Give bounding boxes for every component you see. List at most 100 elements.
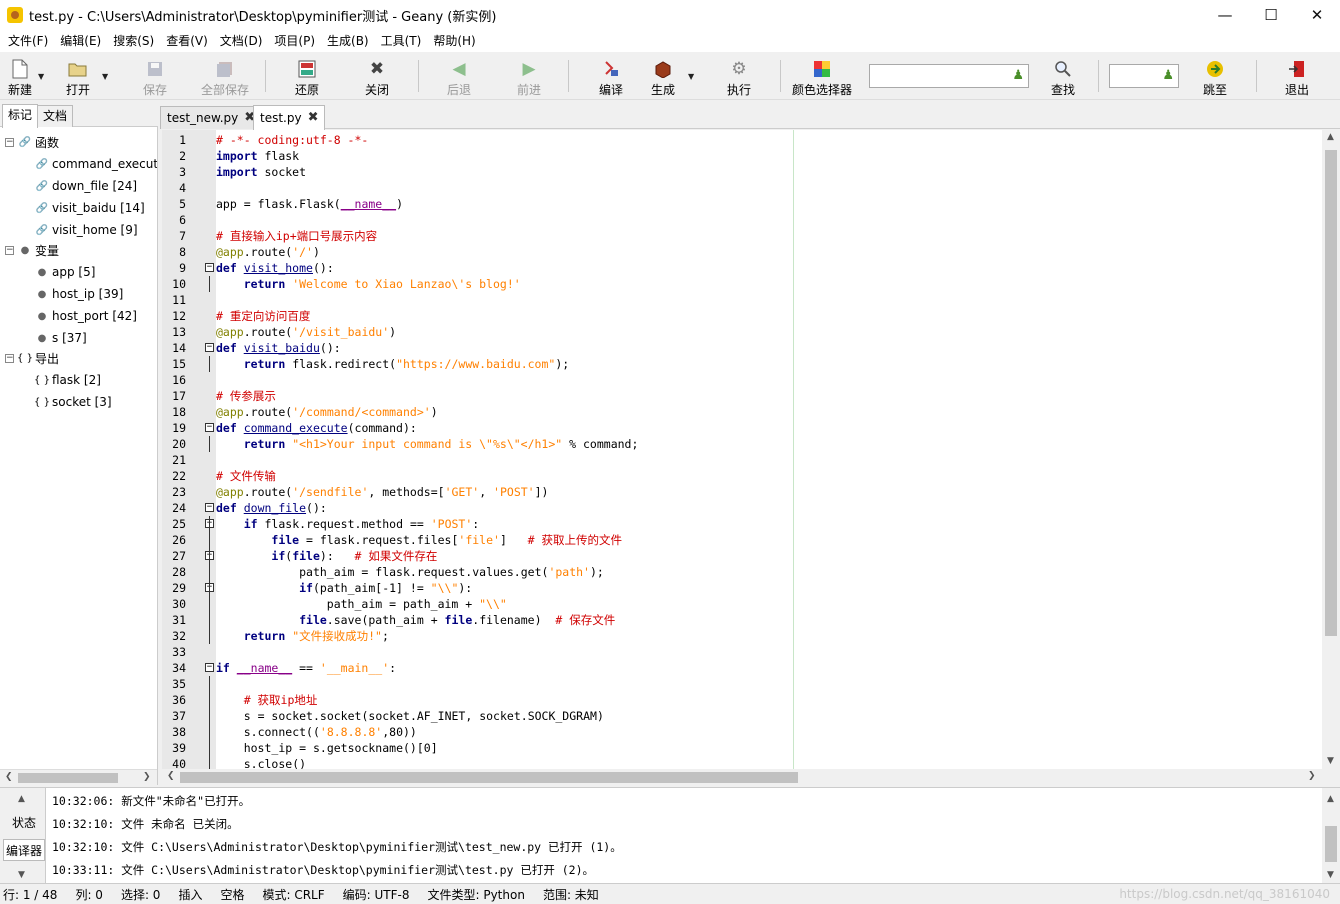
new-button[interactable]: 新建 [6, 54, 34, 98]
code-line[interactable]: 25− if flask.request.method == 'POST': [162, 516, 1322, 532]
menu-edit[interactable]: 编辑(E) [54, 30, 107, 52]
code-text[interactable]: import socket [216, 164, 306, 180]
code-line[interactable]: 19 − def command_execute(command): [162, 420, 1322, 436]
menu-tools[interactable]: 工具(T) [375, 30, 428, 52]
tree-item[interactable]: ● s [37] [36, 327, 87, 349]
code-line[interactable]: 8 @app.route('/') [162, 244, 1322, 260]
build-dropdown-icon[interactable]: ▼ [688, 72, 694, 81]
clear-search-icon[interactable]: ♟ [1012, 68, 1024, 83]
code-line[interactable]: 40 s.close() [162, 756, 1322, 770]
close-tab-icon[interactable]: ✖ [308, 107, 319, 129]
collapse-icon[interactable]: − [5, 245, 14, 255]
menu-file[interactable]: 文件(F) [2, 30, 54, 52]
code-line[interactable]: 16 [162, 372, 1322, 388]
search-input[interactable]: ♟ [869, 64, 1029, 88]
code-text[interactable]: def visit_home(): [216, 260, 334, 276]
tree-item[interactable]: { } flask [2] [34, 369, 101, 391]
code-text[interactable]: return 'Welcome to Xiao Lanzao\'s blog!' [216, 276, 521, 292]
code-line[interactable]: 35 [162, 676, 1322, 692]
new-dropdown-icon[interactable]: ▼ [38, 72, 44, 81]
scroll-left-icon[interactable]: ❮ [167, 771, 175, 781]
code-line[interactable]: 2 import flask [162, 148, 1322, 164]
code-text[interactable]: app = flask.Flask(__name__) [216, 196, 403, 212]
code-line[interactable]: 9 − def visit_home(): [162, 260, 1322, 276]
code-line[interactable]: 29− if(path_aim[-1] != "\\"): [162, 580, 1322, 596]
scroll-up-icon[interactable]: ▲ [1327, 132, 1334, 142]
code-line[interactable]: 32 return "文件接收成功!"; [162, 628, 1322, 644]
code-line[interactable]: 14 − def visit_baidu(): [162, 340, 1322, 356]
code-line[interactable]: 18 @app.route('/command/<command>') [162, 404, 1322, 420]
code-line[interactable]: 22 # 文件传输 [162, 468, 1322, 484]
code-text[interactable]: @app.route('/sendfile', methods=['GET', … [216, 484, 548, 500]
tab-status[interactable]: 状态 [3, 812, 45, 834]
tree-item[interactable]: 🔗 down_file [24] [36, 175, 137, 197]
menu-document[interactable]: 文档(D) [214, 30, 269, 52]
code-line[interactable]: 26 file = flask.request.files['file'] # … [162, 532, 1322, 548]
code-line[interactable]: 30 path_aim = path_aim + "\\" [162, 596, 1322, 612]
code-text[interactable]: host_ip = s.getsockname()[0] [216, 740, 438, 756]
code-line[interactable]: 31 file.save(path_aim + file.filename) #… [162, 612, 1322, 628]
tab-compiler[interactable]: 编译器 [3, 839, 45, 861]
open-dropdown-icon[interactable]: ▼ [102, 72, 108, 81]
scroll-thumb[interactable] [1325, 150, 1337, 636]
build-button[interactable]: 生成 [648, 54, 678, 98]
tab-scroll-up-icon[interactable]: ▲ [18, 794, 25, 804]
code-editor[interactable]: 1 # -*- coding:utf-8 -*- 2 import flask 3 imp… [162, 130, 1322, 770]
goto-button[interactable]: 跳至 [1200, 54, 1230, 98]
code-text[interactable]: # -*- coding:utf-8 -*- [216, 132, 368, 148]
collapse-icon[interactable]: − [5, 137, 14, 147]
code-line[interactable]: 23 @app.route('/sendfile', methods=['GET'… [162, 484, 1322, 500]
code-line[interactable]: 17 # 传参展示 [162, 388, 1322, 404]
scroll-right-icon[interactable]: ❯ [143, 772, 151, 782]
maximize-button[interactable]: ☐ [1248, 0, 1294, 30]
code-line[interactable]: 13 @app.route('/visit_baidu') [162, 324, 1322, 340]
code-text[interactable]: # 直接输入ip+端口号展示内容 [216, 228, 377, 244]
fold-toggle-icon[interactable]: − [205, 423, 214, 432]
tree-group-functions[interactable]: − 🔗 函数 [5, 131, 59, 153]
scroll-left-icon[interactable]: ❮ [5, 772, 13, 782]
code-line[interactable]: 3 import socket [162, 164, 1322, 180]
code-line[interactable]: 39 host_ip = s.getsockname()[0] [162, 740, 1322, 756]
save-all-button[interactable]: 全部保存 [200, 54, 250, 98]
code-text[interactable]: path_aim = flask.request.values.get('pat… [216, 564, 604, 580]
color-picker-button[interactable]: 颜色选择器 [790, 54, 854, 98]
menu-build[interactable]: 生成(B) [321, 30, 375, 52]
scroll-right-icon[interactable]: ❯ [1308, 771, 1316, 781]
open-button[interactable]: 打开 [64, 54, 92, 98]
scroll-up-icon[interactable]: ▲ [1327, 794, 1334, 804]
tab-scroll-down-icon[interactable]: ▼ [18, 870, 25, 880]
code-line[interactable]: 5 app = flask.Flask(__name__) [162, 196, 1322, 212]
tree-item[interactable]: 🔗 command_execute [36, 153, 157, 175]
scroll-thumb[interactable] [180, 772, 798, 783]
code-text[interactable]: return "<h1>Your input command is \"%s\"… [216, 436, 639, 452]
fold-toggle-icon[interactable]: − [205, 663, 214, 672]
close-button[interactable]: ✖ 关闭 [362, 54, 392, 98]
code-line[interactable]: 10 return 'Welcome to Xiao Lanzao\'s blo… [162, 276, 1322, 292]
fold-toggle-icon[interactable]: − [205, 503, 214, 512]
tab-symbols[interactable]: 标记 [2, 104, 39, 128]
tree-group-variables[interactable]: − ● 变量 [5, 239, 59, 261]
scroll-down-icon[interactable]: ▼ [1327, 870, 1334, 880]
scroll-thumb[interactable] [1325, 826, 1337, 862]
tree-item[interactable]: ● app [5] [36, 261, 96, 283]
code-line[interactable]: 20 return "<h1>Your input command is \"%… [162, 436, 1322, 452]
code-line[interactable]: 11 [162, 292, 1322, 308]
scroll-thumb[interactable] [18, 773, 118, 783]
forward-button[interactable]: ▶ 前进 [514, 54, 544, 98]
code-text[interactable]: # 文件传输 [216, 468, 276, 484]
code-line[interactable]: 33 [162, 644, 1322, 660]
code-line[interactable]: 36 # 获取ip地址 [162, 692, 1322, 708]
menu-help[interactable]: 帮助(H) [427, 30, 481, 52]
code-line[interactable]: 28 path_aim = flask.request.values.get('… [162, 564, 1322, 580]
code-text[interactable]: s.connect(('8.8.8.8',80)) [216, 724, 417, 740]
collapse-icon[interactable]: − [5, 353, 14, 363]
quit-button[interactable]: 退出 [1282, 54, 1312, 98]
sidebar-horizontal-scrollbar[interactable]: ❮ ❯ [0, 769, 157, 785]
code-text[interactable]: file.save(path_aim + file.filename) # 保存… [216, 612, 615, 628]
code-line[interactable]: 15 return flask.redirect("https://www.ba… [162, 356, 1322, 372]
execute-button[interactable]: ⚙ 执行 [724, 54, 754, 98]
code-text[interactable]: return flask.redirect("https://www.baidu… [216, 356, 569, 372]
code-line[interactable]: 27− if(file): # 如果文件存在 [162, 548, 1322, 564]
code-text[interactable]: if flask.request.method == 'POST': [216, 516, 480, 532]
compile-button[interactable]: 编译 [596, 54, 626, 98]
